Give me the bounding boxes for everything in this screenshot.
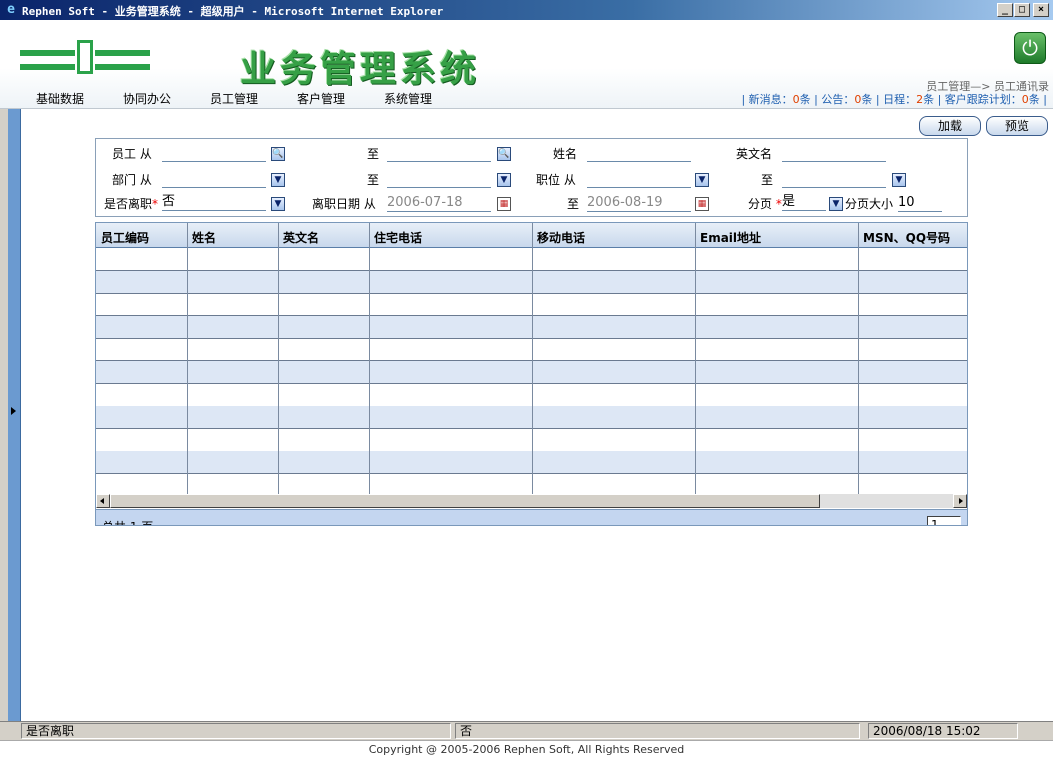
sidebar-toggle-strip[interactable]	[8, 109, 21, 721]
window-title-bar: e Rephen Soft - 业务管理系统 - 超级用户 - Microsof…	[0, 0, 1053, 20]
dept-to-label: 至	[367, 173, 380, 187]
resign-date-from-input[interactable]: 2006-07-18	[387, 195, 491, 212]
total-pages-label: 总共 1 页	[102, 518, 153, 525]
col-header-name[interactable]: 姓名	[192, 229, 216, 246]
dept-from-label: 部门 从	[112, 173, 152, 187]
window-title: Rephen Soft - 业务管理系统 - 超级用户 - Microsoft …	[22, 5, 444, 18]
preview-button[interactable]: 预览	[986, 116, 1048, 136]
grid-footer: 总共 1 页 1	[96, 509, 967, 525]
dept-from-select[interactable]	[162, 171, 266, 188]
status-datetime: 2006/08/18 15:02	[868, 723, 1018, 739]
resign-date-from-calendar-icon[interactable]: ▦	[497, 197, 511, 211]
resigned-select[interactable]: 否	[162, 194, 266, 211]
minimize-button[interactable]: _	[997, 3, 1013, 17]
notice-link[interactable]: 公告：0条	[821, 93, 872, 106]
position-to-label: 至	[761, 173, 774, 187]
new-message-link[interactable]: 新消息：0条	[749, 93, 811, 106]
employee-from-label: 员工 从	[112, 147, 152, 161]
nav-item-customer-mgmt[interactable]: 客户管理	[297, 90, 345, 107]
close-button[interactable]: ×	[1033, 3, 1049, 17]
page-size-label: 分页大小	[845, 197, 894, 211]
col-header-english-name[interactable]: 英文名	[283, 229, 319, 246]
nav-item-base-data[interactable]: 基础数据	[36, 90, 84, 107]
page-number-input[interactable]: 1	[927, 516, 961, 525]
status-field-value: 否	[455, 723, 860, 739]
name-label: 姓名	[553, 147, 578, 161]
english-name-label: 英文名	[736, 147, 773, 161]
paging-label: 分页 *	[748, 197, 782, 211]
company-logo	[20, 40, 160, 76]
position-from-chevron-down-icon[interactable]: ▼	[695, 173, 709, 187]
col-header-employee-code[interactable]: 员工编码	[101, 229, 149, 246]
scroll-right-button[interactable]	[953, 494, 967, 508]
customer-plan-link[interactable]: 客户跟踪计划：0条	[945, 93, 1040, 106]
employee-grid: 员工编码 姓名 英文名 住宅电话 移动电话 Email地址 MSN、QQ号码 总…	[95, 222, 968, 526]
ie-icon: e	[7, 2, 15, 17]
status-field-label: 是否离职	[21, 723, 451, 739]
resign-date-from-label: 离职日期 从	[312, 197, 376, 211]
employee-to-input[interactable]	[387, 145, 491, 162]
col-header-email[interactable]: Email地址	[700, 229, 761, 246]
resigned-label: 是否离职*	[104, 197, 159, 211]
position-to-select[interactable]	[782, 171, 886, 188]
resigned-chevron-down-icon[interactable]: ▼	[271, 197, 285, 211]
col-header-home-phone[interactable]: 住宅电话	[374, 229, 422, 246]
expand-arrow-icon[interactable]	[11, 407, 16, 415]
nav-item-collab-office[interactable]: 协同办公	[123, 90, 171, 107]
dept-to-chevron-down-icon[interactable]: ▼	[497, 173, 511, 187]
nav-item-employee-mgmt[interactable]: 员工管理	[210, 90, 258, 107]
resign-date-to-input[interactable]: 2006-08-19	[587, 195, 691, 212]
filter-panel: 员工 从 🔍 至 🔍 姓名 英文名 部门 从 ▼ 至 ▼ 职位 从 ▼ 至 ▼ …	[95, 138, 968, 217]
app-title: 业务管理系统	[240, 48, 481, 90]
copyright-footer: Copyright @ 2005-2006 Rephen Soft, All R…	[0, 740, 1053, 759]
position-from-label: 职位 从	[536, 173, 576, 187]
resign-date-to-calendar-icon[interactable]: ▦	[695, 197, 709, 211]
main-content: 加载 预览 员工 从 🔍 至 🔍 姓名 英文名 部门 从 ▼ 至 ▼ 职位 从 …	[21, 109, 1053, 721]
employee-to-label: 至	[367, 147, 380, 161]
logout-power-icon[interactable]: ⏻	[1014, 32, 1046, 64]
position-to-chevron-down-icon[interactable]: ▼	[892, 173, 906, 187]
paging-select[interactable]: 是	[782, 194, 826, 211]
load-button[interactable]: 加载	[919, 116, 981, 136]
position-from-select[interactable]	[587, 171, 691, 188]
notice-bar: | 新消息：0条 | 公告：0条 | 日程：2条 | 客户跟踪计划：0条 |	[741, 93, 1047, 106]
app-header: 业务管理系统 ⏻ 员工管理—> 员工通讯录 基础数据 协同办公 员工管理 客户管…	[0, 20, 1053, 109]
name-input[interactable]	[587, 145, 691, 162]
dept-to-select[interactable]	[387, 171, 491, 188]
resign-date-to-label: 至	[567, 197, 580, 211]
employee-from-search-icon[interactable]: 🔍	[271, 147, 285, 161]
scroll-left-button[interactable]	[96, 494, 110, 508]
english-name-input[interactable]	[782, 145, 886, 162]
scrollbar-thumb[interactable]	[110, 494, 820, 508]
col-header-mobile-phone[interactable]: 移动电话	[537, 229, 585, 246]
col-header-msn-qq[interactable]: MSN、QQ号码	[863, 229, 950, 246]
dept-from-chevron-down-icon[interactable]: ▼	[271, 173, 285, 187]
schedule-link[interactable]: 日程：2条	[883, 93, 934, 106]
status-bar: 是否离职 否 2006/08/18 15:02	[0, 721, 1053, 741]
nav-item-system-mgmt[interactable]: 系统管理	[384, 90, 432, 107]
paging-chevron-down-icon[interactable]: ▼	[829, 197, 843, 211]
page-size-input[interactable]: 10	[898, 195, 942, 212]
employee-from-input[interactable]	[162, 145, 266, 162]
maximize-button[interactable]: □	[1014, 3, 1030, 17]
grid-horizontal-scrollbar[interactable]	[96, 494, 967, 508]
employee-to-search-icon[interactable]: 🔍	[497, 147, 511, 161]
